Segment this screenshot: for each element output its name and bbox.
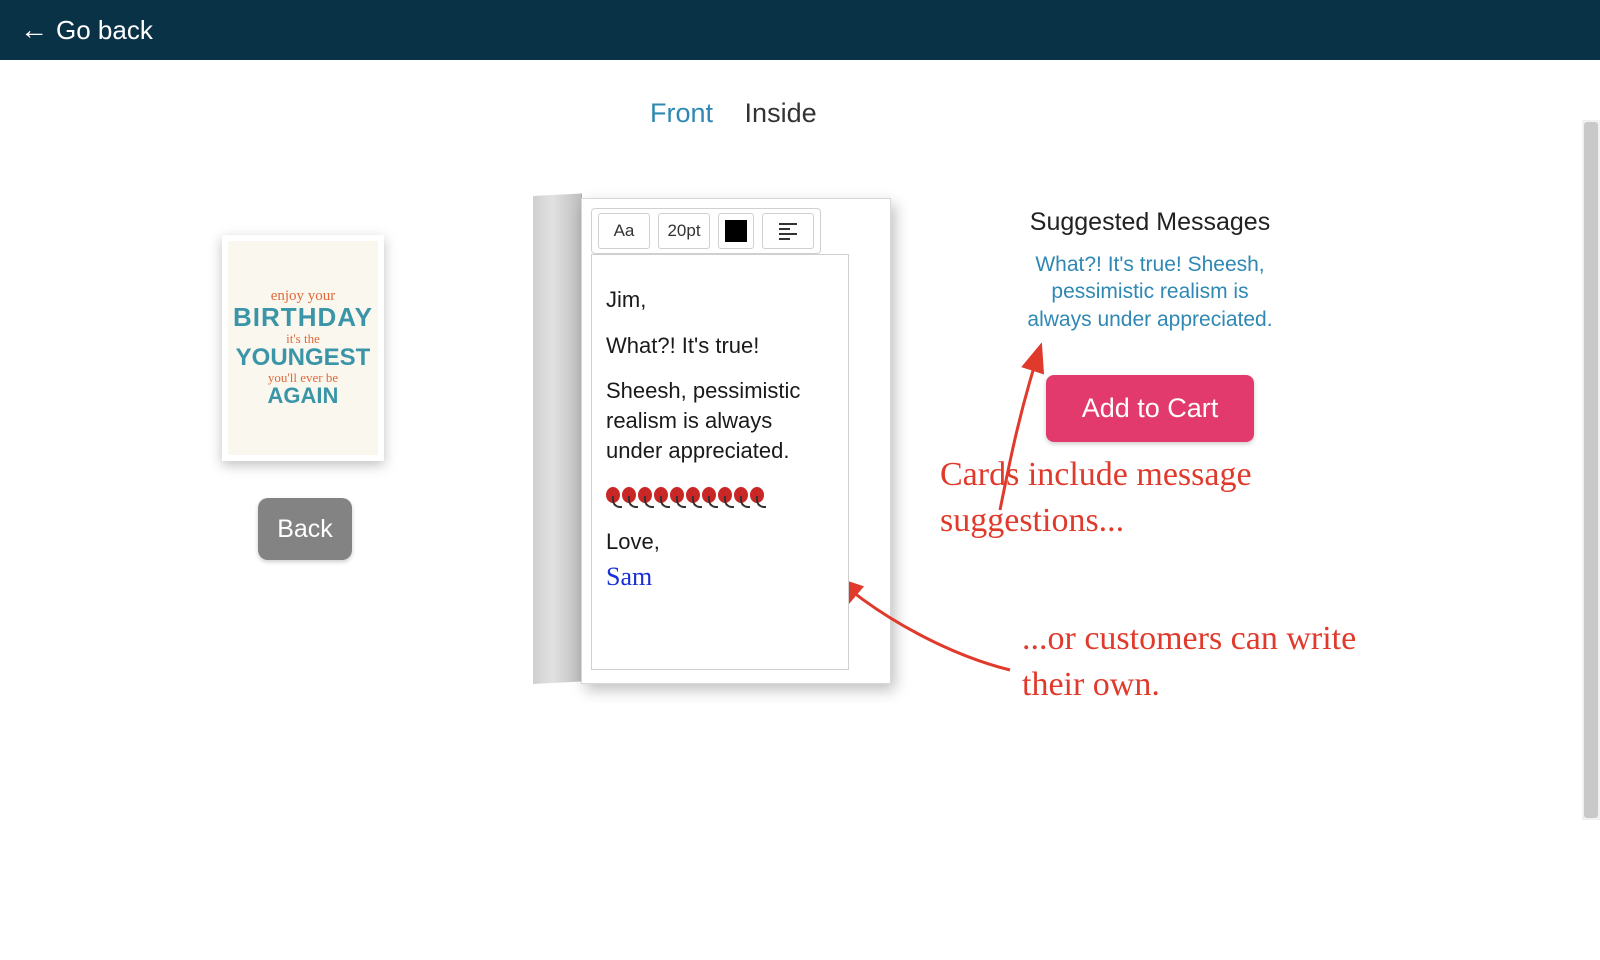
balloon-icon (622, 481, 636, 511)
font-size-button[interactable]: 20pt (658, 213, 710, 249)
card-spine (533, 193, 581, 684)
suggested-title: Suggested Messages (1022, 208, 1278, 237)
balloon-icon (654, 481, 668, 511)
balloon-icon (670, 481, 684, 511)
arrow-left-icon: ← (20, 16, 48, 44)
balloon-icon (686, 481, 700, 511)
balloon-icon (718, 481, 732, 511)
text-toolbar: Aa 20pt (591, 208, 821, 254)
message-closing: Love, (606, 527, 834, 557)
message-signature: Sam (606, 559, 834, 594)
suggested-message[interactable]: What?! It's true! Sheesh, pessimistic re… (1022, 251, 1278, 333)
add-to-cart-button[interactable]: Add to Cart (1046, 375, 1255, 442)
preview-line-4: YOUNGEST (236, 345, 371, 370)
preview-line-5: you'll ever be (268, 371, 338, 385)
text-color-button[interactable] (718, 213, 754, 249)
annotation-write-own: ...or customers can write their own. (1022, 616, 1362, 708)
scrollbar-thumb[interactable] (1584, 122, 1598, 818)
card-front-thumbnail[interactable]: enjoy your BIRTHDAY it's the YOUNGEST yo… (222, 235, 384, 461)
message-greeting: Jim, (606, 285, 834, 315)
balloon-icon (638, 481, 652, 511)
tab-inside[interactable]: Inside (745, 98, 817, 128)
font-picker-button[interactable]: Aa (598, 213, 650, 249)
align-left-icon (779, 223, 797, 240)
message-line-2: Sheesh, pessimistic realism is always un… (606, 376, 834, 465)
preview-line-3: it's the (286, 332, 320, 346)
balloon-icon (606, 481, 620, 511)
go-back-label: Go back (56, 15, 153, 46)
suggested-panel: Suggested Messages What?! It's true! She… (1022, 208, 1278, 442)
balloon-icon (702, 481, 716, 511)
color-swatch-icon (725, 220, 747, 242)
back-button[interactable]: Back (258, 498, 352, 560)
card-front-preview: enjoy your BIRTHDAY it's the YOUNGEST yo… (222, 235, 384, 461)
card-message-editor[interactable]: Jim, What?! It's true! Sheesh, pessimist… (591, 254, 849, 670)
card-editor: Aa 20pt Jim, What?! It's true! Sheesh, p… (533, 198, 889, 682)
text-align-button[interactable] (762, 213, 814, 249)
go-back-link[interactable]: ← Go back (20, 15, 153, 46)
preview-line-2: BIRTHDAY (233, 304, 373, 331)
message-line-1: What?! It's true! (606, 331, 834, 361)
view-tabs: Front Inside (650, 98, 841, 129)
balloon-row (606, 481, 834, 511)
top-bar: ← Go back (0, 0, 1600, 60)
tab-front[interactable]: Front (650, 98, 713, 128)
balloon-icon (750, 481, 764, 511)
preview-line-6: AGAIN (268, 384, 339, 407)
annotation-suggestions: Cards include message suggestions... (940, 452, 1340, 544)
balloon-icon (734, 481, 748, 511)
